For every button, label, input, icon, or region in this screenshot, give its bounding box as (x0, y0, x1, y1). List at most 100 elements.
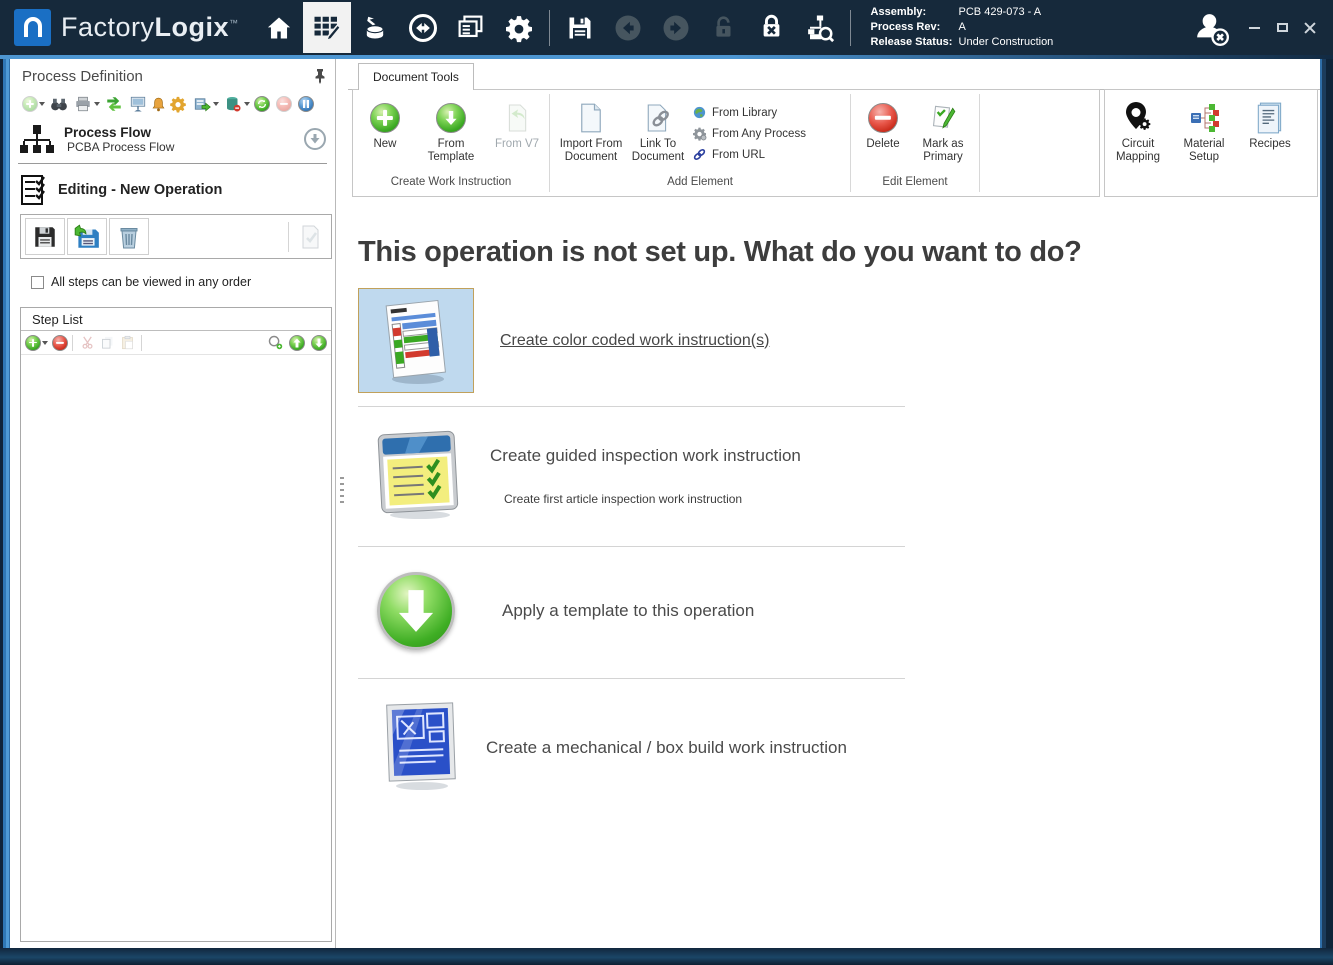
from-v7-button[interactable]: From V7 (485, 98, 549, 151)
data-import-button[interactable] (351, 2, 399, 53)
from-template-button[interactable]: From Template (419, 98, 483, 164)
forward-button[interactable] (652, 2, 700, 53)
process-definition-button[interactable] (303, 2, 351, 53)
stop-button[interactable] (276, 96, 292, 112)
step-list-toolbar (21, 331, 331, 355)
apply-template-label[interactable]: Apply a template to this operation (502, 601, 754, 620)
minimize-button[interactable] (1245, 19, 1263, 37)
home-button[interactable] (255, 2, 303, 53)
toolbar-separator (288, 222, 289, 252)
create-color-coded-link[interactable]: Create color coded work instruction(s) (500, 332, 769, 349)
create-guided-inspection-label[interactable]: Create guided inspection work instructio… (490, 446, 801, 466)
from-template-label: From Template (419, 138, 483, 164)
home-icon (265, 14, 293, 42)
release-status-value: Under Construction (959, 35, 1054, 50)
pause-button[interactable] (298, 96, 314, 112)
material-setup-button[interactable]: Material Setup (1171, 90, 1237, 196)
print-button[interactable] (73, 94, 93, 114)
save-button[interactable] (556, 2, 604, 53)
edit-document-button[interactable] (293, 220, 327, 254)
add-operation-button[interactable] (22, 96, 38, 112)
move-step-down-button[interactable] (311, 335, 327, 351)
add-step-caret[interactable] (42, 341, 48, 345)
link-to-document-button[interactable]: Link To Document (626, 98, 690, 164)
paste-button[interactable] (117, 333, 137, 353)
guided-inspection-thumbnail[interactable] (372, 425, 464, 526)
step-list-header: Step List (21, 308, 331, 331)
presentation-button[interactable] (128, 94, 148, 114)
process-rev-label: Process Rev: (871, 20, 959, 35)
refresh-button[interactable] (254, 96, 270, 112)
from-v7-label: From V7 (495, 138, 539, 151)
export-folder-button[interactable] (192, 94, 212, 114)
lock-delete-button[interactable] (748, 2, 796, 53)
move-step-up-button[interactable] (289, 335, 305, 351)
any-order-checkbox[interactable] (31, 276, 44, 289)
delete-operation-button[interactable] (109, 218, 149, 255)
copy-button[interactable] (97, 333, 117, 353)
zoom-step-button[interactable] (265, 333, 285, 353)
from-url-button[interactable]: From URL (690, 146, 806, 163)
tab-document-tools[interactable]: Document Tools (358, 63, 474, 90)
color-coded-thumbnail[interactable] (358, 288, 474, 393)
gear-settings-button[interactable] (168, 94, 188, 114)
delete-element-button[interactable]: Delete (856, 98, 910, 151)
import-from-document-button[interactable]: Import From Document (556, 98, 626, 164)
database-dropdown-caret[interactable] (244, 102, 250, 106)
guided-inspection-icon (372, 425, 464, 521)
mark-as-primary-button[interactable]: Mark as Primary (912, 98, 974, 164)
export-dropdown-caret[interactable] (213, 102, 219, 106)
editing-toolbar (20, 214, 332, 259)
close-icon (1304, 22, 1316, 34)
settings-button[interactable] (495, 2, 543, 53)
alert-bell-button[interactable] (148, 94, 168, 114)
unlock-button[interactable] (700, 2, 748, 53)
recipes-button[interactable]: Recipes (1237, 90, 1303, 196)
window-frame-left (0, 59, 10, 948)
any-order-checkbox-row[interactable]: All steps can be viewed in any order (31, 275, 251, 289)
save-operation-button[interactable] (25, 218, 65, 255)
option-separator (358, 406, 905, 407)
brand-bold: Logix (155, 12, 230, 42)
from-library-button[interactable]: From Library (690, 104, 806, 121)
create-first-article-label[interactable]: Create first article inspection work ins… (504, 492, 801, 506)
design-grid-icon (312, 13, 342, 43)
user-logout-button[interactable] (1191, 8, 1231, 48)
documents-icon (456, 13, 485, 42)
apply-template-thumbnail[interactable] (377, 572, 455, 650)
expand-down-icon[interactable] (303, 127, 327, 151)
from-any-process-button[interactable]: From Any Process (690, 125, 806, 142)
add-step-button[interactable] (25, 335, 41, 351)
remove-step-button[interactable] (52, 335, 68, 351)
print-dropdown-caret[interactable] (94, 102, 100, 106)
from-any-process-icon (690, 126, 708, 142)
back-button[interactable] (604, 2, 652, 53)
find-binoculars-button[interactable] (49, 94, 69, 114)
tab-label: Document Tools (373, 70, 459, 84)
cut-button[interactable] (77, 333, 97, 353)
apply-template-icon (377, 572, 455, 650)
mechanical-box-build-label[interactable]: Create a mechanical / box build work ins… (486, 738, 847, 757)
material-setup-icon (1187, 101, 1221, 135)
material-setup-label: Material Setup (1171, 138, 1237, 164)
sync-button[interactable] (399, 2, 447, 53)
circuit-mapping-button[interactable]: Circuit Mapping (1105, 90, 1171, 196)
close-button[interactable] (1301, 19, 1319, 37)
back-icon (613, 13, 643, 43)
pin-icon[interactable] (313, 68, 327, 84)
process-audit-button[interactable] (796, 2, 844, 53)
factorylogix-logo-icon (14, 9, 51, 46)
minimize-icon (1249, 27, 1260, 29)
maximize-button[interactable] (1273, 19, 1291, 37)
transfer-button[interactable] (104, 94, 124, 114)
add-dropdown-caret[interactable] (39, 102, 45, 106)
panel-splitter[interactable] (336, 59, 348, 948)
mechanical-thumbnail[interactable] (380, 698, 460, 797)
save-and-return-button[interactable] (67, 218, 107, 255)
database-button[interactable] (223, 94, 243, 114)
step-list-body[interactable] (21, 355, 331, 940)
window-frame-bottom (0, 948, 1333, 965)
process-flow-row[interactable]: Process Flow PCBA Process Flow (20, 117, 327, 161)
new-button[interactable]: New (353, 98, 417, 151)
documents-button[interactable] (447, 2, 495, 53)
